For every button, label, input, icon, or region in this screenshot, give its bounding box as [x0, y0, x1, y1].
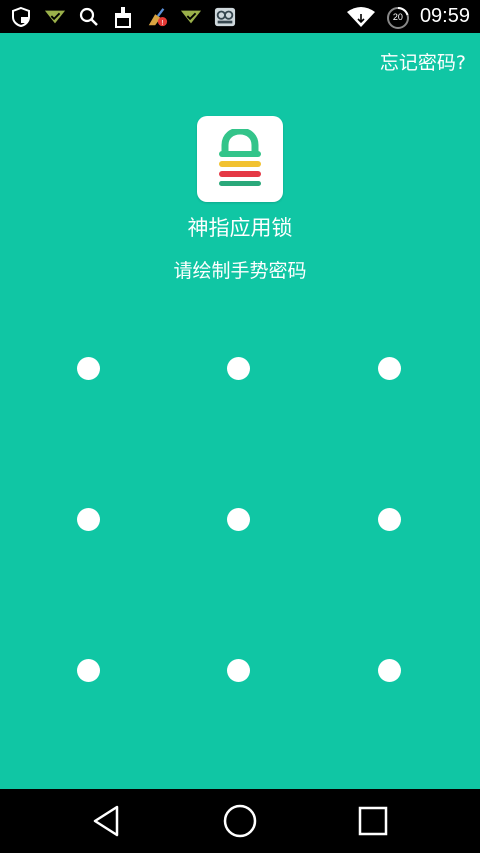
- back-icon: [93, 805, 119, 837]
- pattern-dot-9[interactable]: [378, 659, 401, 682]
- battery-level: 20: [392, 11, 403, 22]
- app-icon: [197, 116, 283, 202]
- pattern-dot-2[interactable]: [227, 357, 250, 380]
- cleaner-icon: [112, 6, 134, 28]
- navigation-bar: [0, 789, 480, 853]
- broom-alert-icon: !: [146, 6, 168, 28]
- pattern-dot-1[interactable]: [77, 357, 100, 380]
- wifi-icon: [346, 6, 376, 28]
- back-button[interactable]: [66, 789, 146, 853]
- pattern-dot-8[interactable]: [227, 659, 250, 682]
- recents-icon: [358, 806, 388, 836]
- clock: 09:59: [419, 5, 470, 27]
- app-name: 神指应用锁: [187, 216, 293, 240]
- system-icons: 20 09:59: [346, 5, 480, 29]
- pattern-dot-7[interactable]: [77, 659, 100, 682]
- signal-check-icon: [44, 6, 66, 28]
- pattern-dot-3[interactable]: [378, 357, 401, 380]
- svg-text:!: !: [161, 17, 163, 26]
- signal-check-icon: [180, 6, 202, 28]
- home-icon: [223, 804, 257, 838]
- notification-icons: !: [0, 6, 236, 28]
- forgot-password-link[interactable]: 忘记密码?: [380, 48, 466, 75]
- search-icon: [78, 6, 100, 28]
- game-app-icon: [214, 6, 236, 28]
- gesture-instruction: 请绘制手势密码: [173, 260, 307, 282]
- shield-lock-icon: [10, 6, 32, 28]
- recents-button[interactable]: [333, 789, 413, 853]
- padlock-icon: [219, 129, 261, 186]
- pattern-dot-6[interactable]: [378, 508, 401, 531]
- status-bar: ! 20 09:59: [0, 0, 480, 33]
- pattern-dot-4[interactable]: [77, 508, 100, 531]
- battery-icon: 20: [386, 6, 410, 29]
- pattern-dot-5[interactable]: [227, 508, 250, 531]
- home-button[interactable]: [200, 789, 280, 853]
